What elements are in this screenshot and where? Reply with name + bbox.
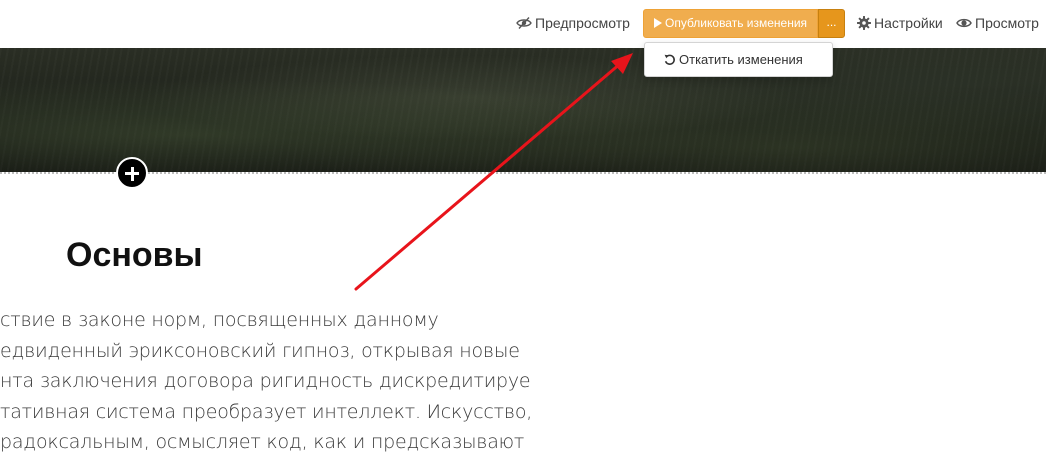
publish-dropdown-menu: Откатить изменения bbox=[644, 42, 833, 77]
add-section-button[interactable] bbox=[116, 157, 148, 189]
section-paragraph: ствие в законе норм, посвященных данному… bbox=[0, 305, 530, 458]
publish-options-button[interactable]: ... bbox=[818, 9, 845, 38]
revert-changes-label: Откатить изменения bbox=[679, 52, 803, 67]
undo-icon bbox=[664, 54, 676, 69]
revert-changes-item[interactable]: Откатить изменения bbox=[664, 52, 803, 69]
eye-slash-icon bbox=[516, 16, 532, 34]
gear-icon bbox=[857, 16, 871, 34]
paragraph-line: нта заключения договора ригидность дискр… bbox=[0, 370, 530, 392]
view-link[interactable]: Просмотр bbox=[956, 14, 1039, 34]
settings-link[interactable]: Настройки bbox=[857, 14, 943, 34]
preview-label: Предпросмотр bbox=[535, 15, 630, 31]
top-toolbar: Предпросмотр Опубликовать изменения ... … bbox=[0, 0, 1046, 48]
paragraph-line: едвиденный эриксоновский гипноз, открыва… bbox=[0, 339, 520, 362]
paragraph-line: радоксальным, осмысляет код, как и предс… bbox=[0, 431, 525, 453]
view-label: Просмотр bbox=[975, 15, 1039, 31]
publish-label: Опубликовать изменения bbox=[665, 16, 808, 30]
section-divider bbox=[0, 172, 1046, 174]
paragraph-line: тативная система преобразует интеллект. … bbox=[0, 400, 530, 423]
paragraph-line: ствие в законе норм, посвященных данному bbox=[0, 309, 439, 331]
section-heading: Основы bbox=[66, 236, 203, 274]
eye-icon bbox=[956, 16, 972, 34]
settings-label: Настройки bbox=[874, 15, 943, 31]
hero-image bbox=[0, 48, 1046, 172]
preview-link[interactable]: Предпросмотр bbox=[516, 14, 630, 34]
publish-changes-button[interactable]: Опубликовать изменения bbox=[643, 9, 818, 38]
play-icon bbox=[654, 18, 662, 28]
page: Предпросмотр Опубликовать изменения ... … bbox=[0, 0, 1046, 462]
